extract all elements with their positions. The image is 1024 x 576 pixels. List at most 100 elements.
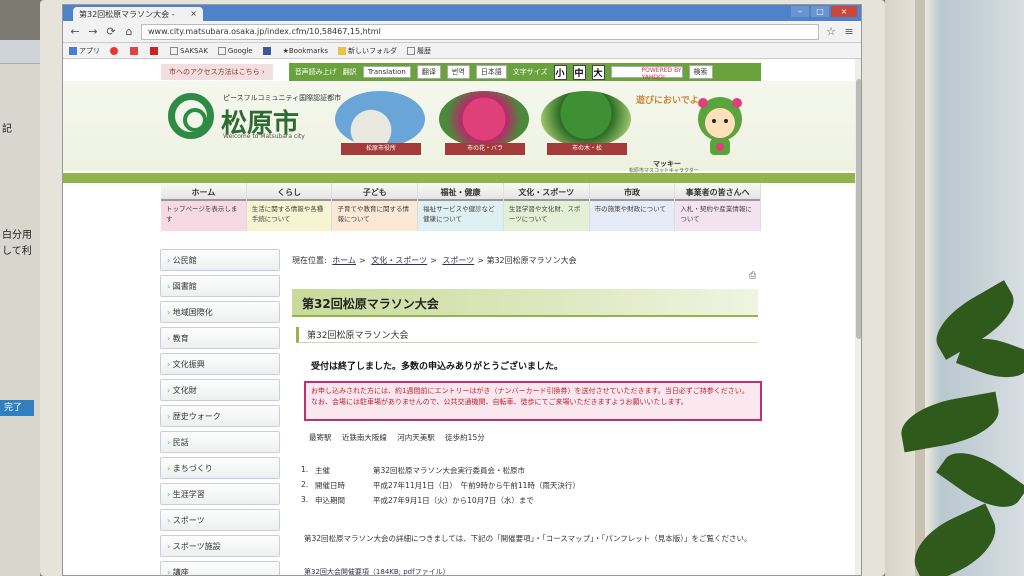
back-icon[interactable]: ← [69,25,81,38]
bookmark-label: 新しいフォルダ [347,46,397,55]
nav-label[interactable]: 福祉・健康 [418,183,503,201]
opera-icon[interactable] [110,46,118,55]
mascot-icon [698,97,742,155]
voice-reader-button[interactable]: 音声読み上げ [295,67,337,77]
detail-text: 第32回松原マラソン大会の詳細につきましては、下記の「開催要項」・「コースマップ… [304,534,752,543]
minimize-button[interactable]: – [791,6,809,17]
sidebar-item[interactable]: 公民館 [160,249,280,271]
nav-label[interactable]: 市政 [589,183,675,201]
breadcrumb-link[interactable]: 文化・スポーツ [371,256,427,265]
nav-children[interactable]: 子ども 子育てや教育に関する情報について [332,183,419,231]
nav-label[interactable]: くらし [246,183,332,201]
access-link[interactable]: 市へのアクセス方法はこちら › [161,64,273,80]
close-button[interactable]: × [831,6,857,17]
japanese-button[interactable]: 日本語 [475,65,507,79]
scrollbar[interactable] [855,59,861,575]
bookmark-item[interactable]: Google [217,46,253,55]
reload-icon[interactable]: ⟳ [105,25,117,38]
menu-icon[interactable]: ≡ [843,25,855,38]
bookmark-item[interactable]: アプリ [69,46,100,56]
site-header: ピースフルコミュニティ国際認証都市 松原市 Welcome to Matsuba… [63,81,861,174]
city-logo-icon[interactable] [168,93,214,139]
sidebar-menu: 公民館 図書館 地域国際化 教育 文化振興 文化財 歴史ウォーク 民話 まちづく… [160,249,280,575]
info-value: 平成27年11月1日（日） 午前9時から午前11時（雨天決行） [373,481,580,490]
sidebar-item[interactable]: 歴史ウォーク [160,405,280,427]
nav-city-admin[interactable]: 市政 市の施策や財政について [589,183,676,231]
info-value: 平成27年9月1日（火）から10月7日（水）まで [373,496,534,505]
nav-welfare[interactable]: 福祉・健康 福祉サービスや健診など健康について [418,183,504,231]
sidebar-item[interactable]: 生涯学習 [160,483,280,505]
pdf-link[interactable]: 第32回大会開催要項（184KB; pdfファイル） [304,567,450,575]
web-page: 市へのアクセス方法はこちら › 音声読み上げ 翻訳 Translation 翻译… [63,59,861,575]
print-icon[interactable]: ⎙ [749,271,756,281]
search-button[interactable]: 検索 [688,65,713,79]
font-medium-button[interactable]: 中 [572,64,586,80]
home-icon[interactable]: ⌂ [123,25,135,38]
breadcrumb: 現在位置: ホーム > 文化・スポーツ > スポーツ > 第32回松原マラソン大会 [292,256,577,265]
chinese-button[interactable]: 翻译 [416,65,441,79]
gmail-icon[interactable] [130,46,138,55]
breadcrumb-current: 第32回松原マラソン大会 [486,256,577,265]
browser-window: 第32回松原マラソン大会 - × – □ × ← → ⟳ ⌂ www.city.… [62,4,862,576]
bookmark-star-icon[interactable]: ☆ [825,25,837,38]
nav-culture-sports[interactable]: 文化・スポーツ 生涯学習や文化財、スポーツについて [503,183,590,231]
font-large-button[interactable]: 大 [591,64,605,80]
nav-description: 生涯学習や文化財、スポーツについて [503,201,589,231]
translate-label: 翻訳 [342,68,357,76]
sidebar-item[interactable]: 講座 [160,561,280,575]
bookmark-item[interactable]: 履歴 [406,46,431,56]
bookmark-label: SAKSAK [180,46,208,55]
sidebar-item[interactable]: 地域国際化 [160,301,280,323]
nav-business[interactable]: 事業者の皆さんへ 入札・契約や産業情報について [675,183,762,231]
info-number: 3. [301,495,309,504]
access-info: 最寄駅 近鉄南大阪線 河内天美駅 徒歩約15分 [309,432,493,443]
nav-living[interactable]: くらし 生活に関する情報や各種手続について [246,183,333,231]
sidebar-item[interactable]: 文化振興 [160,353,280,375]
bookmark-item[interactable]: SAKSAK [170,46,208,55]
info-row: 3. 申込期間 平成27年9月1日（火）から10月7日（水）まで [301,495,580,510]
sidebar-item[interactable]: スポーツ [160,509,280,531]
address-bar[interactable]: www.city.matsubara.osaka.jp/index.cfm/10… [141,23,819,40]
photo-label: 松原市役所 [341,143,421,155]
page-title: 第32回松原マラソン大会 [292,289,758,317]
sidebar-item[interactable]: 文化財 [160,379,280,401]
nav-label[interactable]: 事業者の皆さんへ [675,183,761,201]
background-text: 白分用 [2,230,32,241]
sidebar-item[interactable]: 民話 [160,431,280,453]
nav-description: 入札・契約や産業情報について [675,201,761,231]
nav-label[interactable]: 文化・スポーツ [503,183,589,201]
font-small-button[interactable]: 小 [553,64,567,80]
sidebar-item[interactable]: 図書館 [160,275,280,297]
bookmark-label: Google [227,46,253,55]
nav-label[interactable]: ホーム [161,183,246,201]
breadcrumb-link[interactable]: ホーム [332,256,356,265]
bookmark-item[interactable]: 新しいフォルダ [337,46,397,56]
scrollbar-thumb[interactable] [856,79,861,339]
bookmark-label: 履歴 [416,46,431,55]
browser-tab[interactable]: 第32回松原マラソン大会 - × [73,7,203,21]
translation-button[interactable]: Translation [362,66,411,78]
page-icon [170,46,178,55]
sidebar-item[interactable]: スポーツ施設 [160,535,280,557]
info-value: 第32回松原マラソン大会実行委員会・松原市 [373,466,526,475]
nav-home[interactable]: ホーム トップページを表示します [161,183,247,231]
bookmark-item[interactable]: ★Bookmarks [283,47,328,55]
closed-notice: 受付は終了しました。多数の申込みありがとうございました。 [311,362,564,372]
site-search-input[interactable]: POWERED BY YAHOO! [610,66,683,81]
forward-icon[interactable]: → [87,25,99,38]
info-label: 主催 [315,466,330,475]
tab-close-icon[interactable]: × [190,9,197,19]
info-number: 2. [301,480,309,489]
nav-description: 生活に関する情報や各種手続について [246,201,332,231]
korean-button[interactable]: 번역 [446,65,470,79]
breadcrumb-link[interactable]: スポーツ [442,256,474,265]
facebook-icon[interactable] [262,46,271,55]
info-row: 2. 開催日時 平成27年11月1日（日） 午前9時から午前11時（雨天決行） [301,480,580,495]
background-monitor-toolbar [0,40,40,64]
youtube-icon[interactable] [150,46,158,55]
nav-label[interactable]: 子ども [332,183,418,201]
info-label: 申込期間 [315,496,345,505]
sidebar-item[interactable]: まちづくり [160,457,280,479]
sidebar-item[interactable]: 教育 [160,327,280,349]
maximize-button[interactable]: □ [811,6,829,17]
